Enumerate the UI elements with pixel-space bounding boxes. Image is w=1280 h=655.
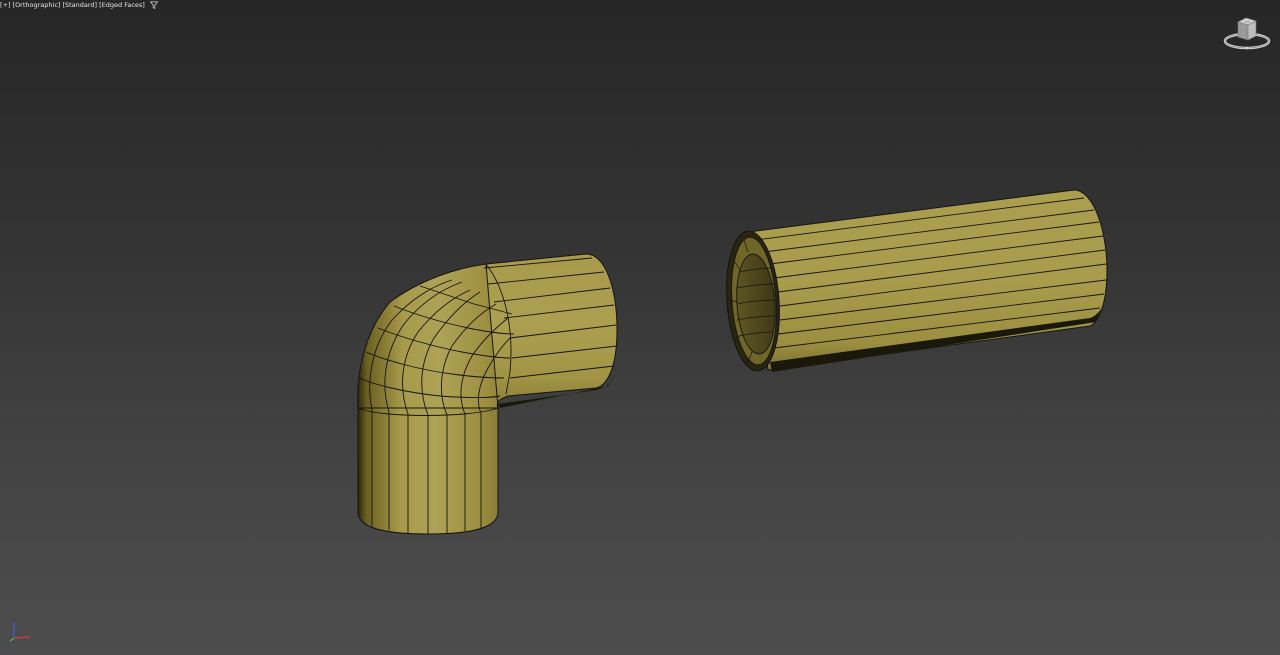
- viewcube-icon[interactable]: TOP: [1222, 14, 1272, 54]
- viewcube-face-label: TOP: [1244, 20, 1250, 24]
- elbow-pipe-object[interactable]: [357, 253, 618, 535]
- axis-tripod-icon: [9, 622, 31, 642]
- perspective-viewport[interactable]: [+] [Orthographic] [Standard] [Edged Fac…: [0, 0, 1280, 655]
- elbow-bend-segment: [357, 263, 509, 409]
- scene-canvas[interactable]: [0, 0, 1280, 655]
- y-axis-line: [9, 637, 15, 642]
- straight-pipe-object[interactable]: [722, 189, 1108, 373]
- x-axis-line: [13, 636, 31, 639]
- viewcube-left-face[interactable]: [1237, 21, 1249, 41]
